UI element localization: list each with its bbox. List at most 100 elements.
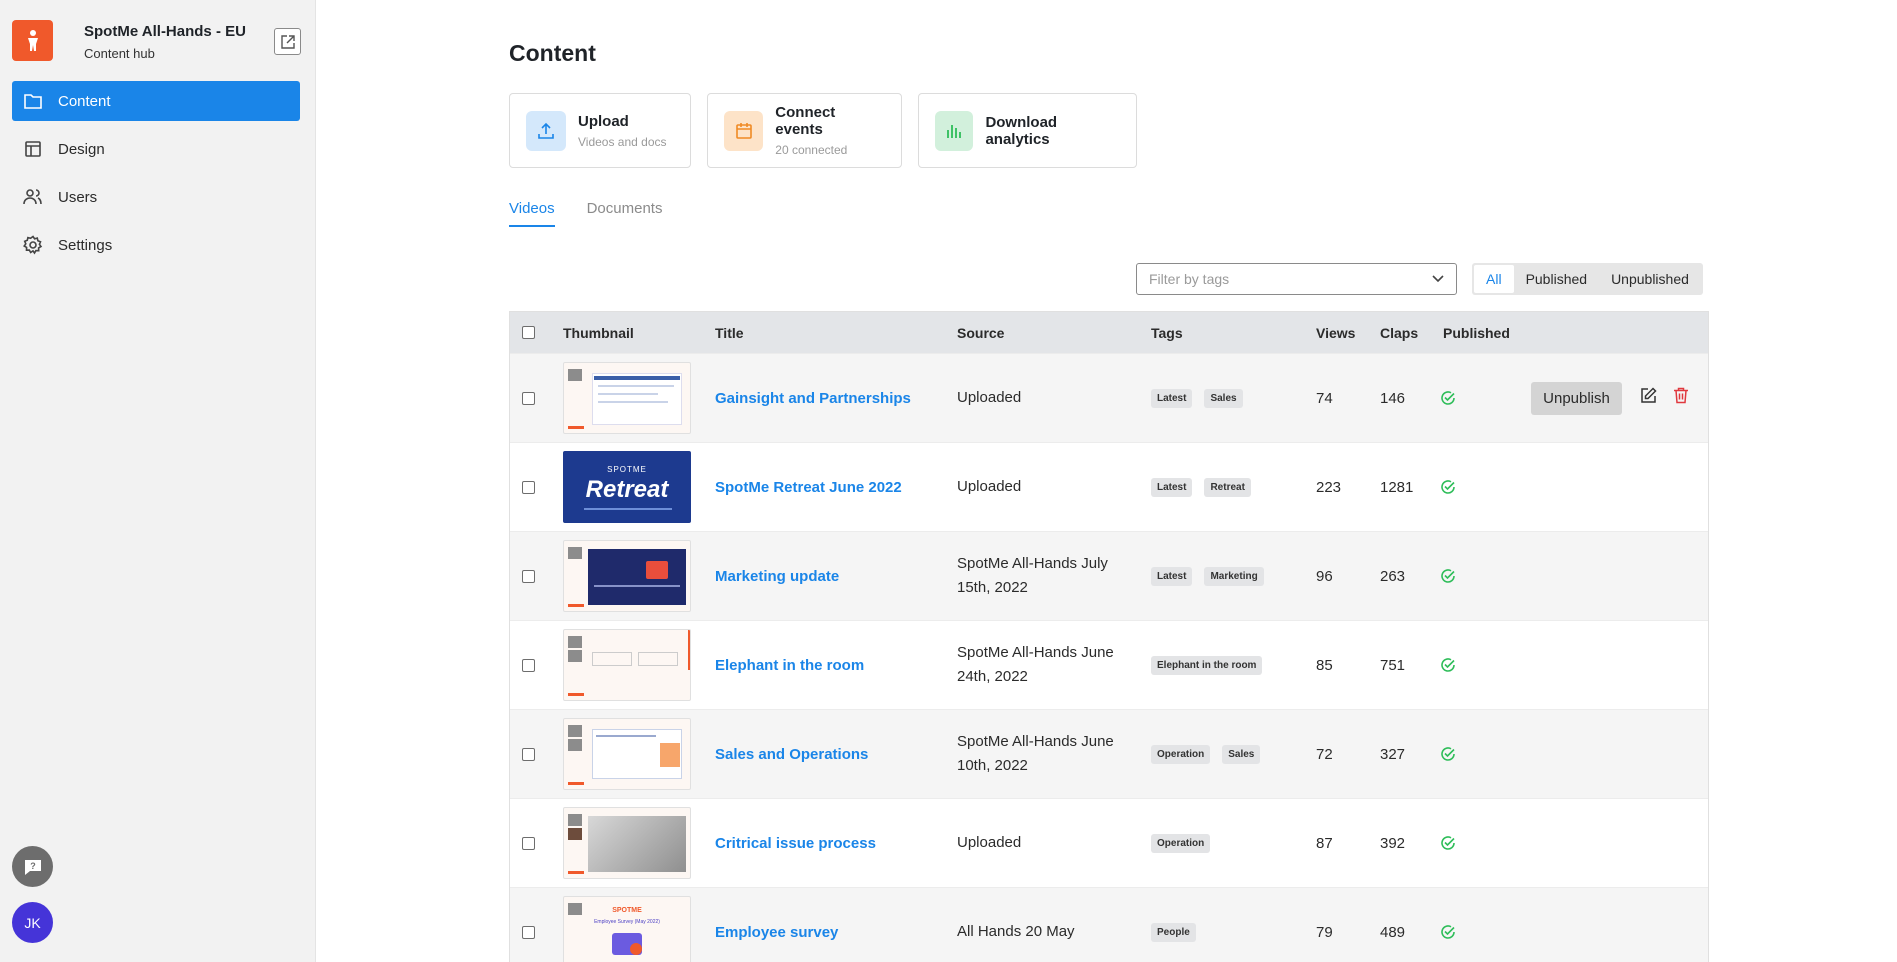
delete-button[interactable] xyxy=(1673,387,1689,409)
users-icon xyxy=(22,186,44,208)
table-row[interactable]: Critrical issue process Uploaded Operati… xyxy=(510,798,1708,887)
video-title-link[interactable]: Critrical issue process xyxy=(715,835,876,852)
status-filter-unpublished[interactable]: Unpublished xyxy=(1599,265,1701,293)
video-title-link[interactable]: Gainsight and Partnerships xyxy=(715,390,911,407)
tab-documents[interactable]: Documents xyxy=(587,200,663,227)
published-check-icon xyxy=(1441,391,1455,405)
card-title: Download analytics xyxy=(985,113,1058,148)
sidebar-item-settings[interactable]: Settings xyxy=(12,225,300,265)
sidebar-nav: Content Design Users Settings xyxy=(12,81,300,273)
layout-icon xyxy=(22,138,44,160)
claps-count: 489 xyxy=(1380,923,1406,941)
claps-count: 327 xyxy=(1380,745,1406,763)
video-thumbnail[interactable]: SPOTME Retreat xyxy=(563,451,691,523)
video-thumbnail[interactable] xyxy=(563,718,691,790)
video-source: Uploaded xyxy=(957,389,1022,406)
select-all-checkbox[interactable] xyxy=(522,326,535,339)
connect-events-card[interactable]: Connect events 20 connected xyxy=(707,93,902,168)
video-thumbnail[interactable]: SPOTME Employee Survey (May 2022) xyxy=(563,896,691,962)
tab-videos[interactable]: Videos xyxy=(509,200,555,227)
published-check-icon xyxy=(1441,836,1455,850)
sidebar-item-users[interactable]: Users xyxy=(12,177,300,217)
calendar-icon xyxy=(724,110,764,151)
card-title: Connect events xyxy=(775,104,836,138)
svg-text:?: ? xyxy=(30,861,36,871)
tag-badge: Retreat xyxy=(1204,477,1251,497)
views-count: 79 xyxy=(1316,923,1333,941)
row-checkbox[interactable] xyxy=(522,836,535,850)
videos-table: Thumbnail Title Source Tags Views Claps … xyxy=(509,311,1709,962)
published-check-icon xyxy=(1441,658,1455,672)
table-row[interactable]: Marketing update SpotMe All-Hands July 1… xyxy=(510,531,1708,620)
video-title-link[interactable]: SpotMe Retreat June 2022 xyxy=(715,479,902,496)
video-thumbnail[interactable] xyxy=(563,807,691,879)
help-button[interactable]: ? xyxy=(12,846,53,887)
download-analytics-card[interactable]: Download analytics xyxy=(918,93,1137,168)
row-checkbox[interactable] xyxy=(522,569,535,583)
trash-icon xyxy=(1674,387,1688,404)
table-row[interactable]: Elephant in the room SpotMe All-Hands Ju… xyxy=(510,620,1708,709)
edit-button[interactable] xyxy=(1640,387,1657,409)
row-checkbox[interactable] xyxy=(522,480,535,494)
card-subtitle: 20 connected xyxy=(775,143,848,157)
card-subtitle: Videos and docs xyxy=(578,134,667,149)
claps-count: 1281 xyxy=(1380,478,1414,496)
sidebar-item-content[interactable]: Content xyxy=(12,81,300,121)
tag-filter-placeholder: Filter by tags xyxy=(1149,271,1230,287)
external-link-icon xyxy=(280,34,295,49)
row-checkbox[interactable] xyxy=(522,658,535,672)
video-thumbnail[interactable] xyxy=(563,362,691,434)
brand-logo[interactable] xyxy=(12,20,53,61)
column-header-tags: Tags xyxy=(1151,324,1183,341)
tag-badge: Latest xyxy=(1151,477,1193,497)
table-row[interactable]: SPOTME Retreat SpotMe Retreat June 2022 … xyxy=(510,442,1708,531)
video-title-link[interactable]: Employee survey xyxy=(715,924,838,941)
folder-icon xyxy=(22,90,44,112)
thumbnail-kicker-text: SPOTME xyxy=(612,907,642,914)
page-title: Content xyxy=(509,40,596,66)
table-row[interactable]: Gainsight and Partnerships Uploaded Late… xyxy=(510,353,1708,442)
bar-chart-icon xyxy=(935,110,974,151)
views-count: 74 xyxy=(1316,389,1333,407)
status-filter-all[interactable]: All xyxy=(1474,265,1514,293)
views-count: 223 xyxy=(1316,478,1342,496)
sidebar-item-label: Users xyxy=(58,188,98,206)
tag-badge: Latest xyxy=(1151,388,1193,408)
table-row[interactable]: Sales and Operations SpotMe All-Hands Ju… xyxy=(510,709,1708,798)
video-thumbnail[interactable] xyxy=(563,540,691,612)
app-subtitle: Content hub xyxy=(84,46,155,61)
claps-count: 751 xyxy=(1380,656,1406,674)
claps-count: 263 xyxy=(1380,567,1406,585)
published-check-icon xyxy=(1441,747,1455,761)
publish-status-filter: All Published Unpublished xyxy=(1472,263,1703,295)
row-checkbox[interactable] xyxy=(522,747,535,761)
video-source: Uploaded xyxy=(957,478,1022,495)
video-title-link[interactable]: Elephant in the room xyxy=(715,657,864,674)
table-row[interactable]: SPOTME Employee Survey (May 2022) Employ… xyxy=(510,887,1708,962)
tag-badge: Operation xyxy=(1151,744,1211,764)
sidebar-item-design[interactable]: Design xyxy=(12,129,300,169)
tag-badge: Sales xyxy=(1204,388,1243,408)
row-checkbox[interactable] xyxy=(522,925,535,939)
tag-filter-select[interactable]: Filter by tags xyxy=(1136,263,1457,295)
unpublish-button[interactable]: Unpublish xyxy=(1531,382,1622,415)
thumbnail-caption-text: Employee Survey (May 2022) xyxy=(594,919,660,925)
claps-count: 146 xyxy=(1380,389,1406,407)
thumbnail-kicker-text: SPOTME xyxy=(607,465,647,474)
row-checkbox[interactable] xyxy=(522,391,535,405)
tag-badge: Operation xyxy=(1151,833,1211,853)
video-title-link[interactable]: Marketing update xyxy=(715,568,839,585)
column-header-claps: Claps xyxy=(1380,324,1419,341)
video-title-link[interactable]: Sales and Operations xyxy=(715,746,868,763)
avatar[interactable]: JK xyxy=(12,902,53,943)
tag-badge: Latest xyxy=(1151,566,1193,586)
card-title: Upload xyxy=(578,112,629,130)
open-external-button[interactable] xyxy=(274,28,301,55)
video-source: SpotMe All-Hands July 15th, 2022 xyxy=(957,555,1108,596)
content-tabs: Videos Documents xyxy=(509,200,662,227)
published-check-icon xyxy=(1441,569,1455,583)
upload-card[interactable]: Upload Videos and docs xyxy=(509,93,691,168)
status-filter-published[interactable]: Published xyxy=(1514,265,1600,293)
video-thumbnail[interactable] xyxy=(563,629,691,701)
video-source: SpotMe All-Hands June 24th, 2022 xyxy=(957,644,1114,685)
